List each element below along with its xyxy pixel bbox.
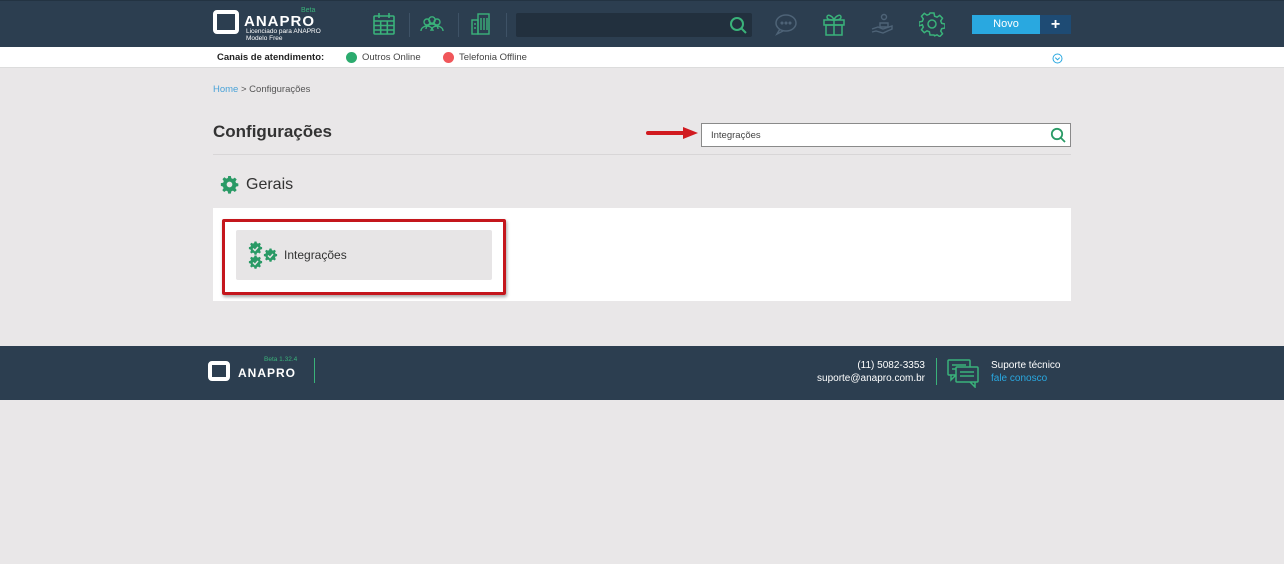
settings-gear-icon[interactable]	[918, 11, 946, 38]
channels-label: Canais de atendimento:	[217, 52, 325, 63]
add-new-button[interactable]: +	[1040, 15, 1071, 34]
footer-email[interactable]: suporte@anapro.com.br	[817, 372, 925, 385]
gear-icon	[220, 175, 239, 194]
gears-check-icon	[248, 241, 278, 269]
license-line-2: Modelo Free	[246, 34, 283, 42]
fale-conosco-link[interactable]: fale conosco	[991, 372, 1061, 385]
breadcrumb-current: Configurações	[249, 84, 311, 95]
calendar-icon[interactable]	[371, 11, 397, 37]
novo-button[interactable]: Novo	[972, 15, 1040, 34]
header-separator	[458, 13, 459, 37]
search-icon[interactable]	[728, 15, 748, 35]
people-icon[interactable]	[419, 11, 445, 37]
gift-icon[interactable]	[821, 11, 847, 37]
config-search[interactable]	[701, 123, 1071, 147]
config-search-input[interactable]	[702, 124, 1042, 146]
footer: ANAPRO Beta 1.32.4 (11) 5082-3353 suport…	[0, 346, 1284, 400]
footer-contact: (11) 5082-3353 suporte@anapro.com.br	[817, 359, 925, 385]
breadcrumb-home-link[interactable]: Home	[213, 84, 238, 95]
support-chat-icon	[947, 359, 979, 388]
footer-separator	[936, 358, 937, 385]
red-arrow-annotation	[646, 127, 698, 139]
support-title: Suporte técnico	[991, 360, 1061, 371]
license-text: Licenciado para ANAPRO Modelo Free	[246, 28, 321, 42]
buildings-icon[interactable]	[469, 11, 495, 37]
header-separator	[506, 13, 507, 37]
header-separator	[409, 13, 410, 37]
footer-support: Suporte técnico fale conosco	[991, 359, 1061, 385]
footer-phone: (11) 5082-3353	[857, 360, 925, 371]
breadcrumb: Home > Configurações	[213, 84, 310, 95]
version-label: Beta 1.32.4	[264, 356, 298, 363]
breadcrumb-separator: >	[238, 84, 250, 95]
status-online-dot	[346, 52, 357, 63]
hand-offer-icon[interactable]	[870, 11, 896, 37]
footer-logo: ANAPRO Beta 1.32.4	[208, 356, 318, 389]
title-divider	[213, 154, 1071, 155]
footer-brand: ANAPRO	[238, 366, 297, 380]
channel-telefonia-offline[interactable]: Telefonia Offline	[459, 52, 527, 63]
status-offline-dot	[443, 52, 454, 63]
channels-bar: Canais de atendimento: Outros Online Tel…	[0, 47, 1284, 68]
integracoes-card[interactable]: Integrações	[236, 230, 492, 280]
section-title: Gerais	[246, 176, 294, 193]
header-search-input[interactable]	[516, 13, 721, 37]
anapro-logo[interactable]: ANAPRO Beta Licenciado para ANAPRO Model…	[213, 7, 323, 44]
footer-logo-mark	[208, 361, 230, 381]
chat-bubble-icon[interactable]	[773, 11, 799, 37]
logo-mark	[213, 10, 239, 34]
card-label: Integrações	[284, 248, 347, 262]
channel-outros-online[interactable]: Outros Online	[362, 52, 421, 63]
top-navbar: ANAPRO Beta Licenciado para ANAPRO Model…	[0, 0, 1284, 47]
page-title: Configurações	[213, 122, 333, 141]
search-icon[interactable]	[1049, 126, 1067, 144]
header-search[interactable]	[516, 13, 752, 37]
chevron-down-circle-icon[interactable]	[1052, 53, 1063, 64]
beta-label: Beta	[301, 7, 316, 14]
footer-separator	[314, 358, 315, 383]
